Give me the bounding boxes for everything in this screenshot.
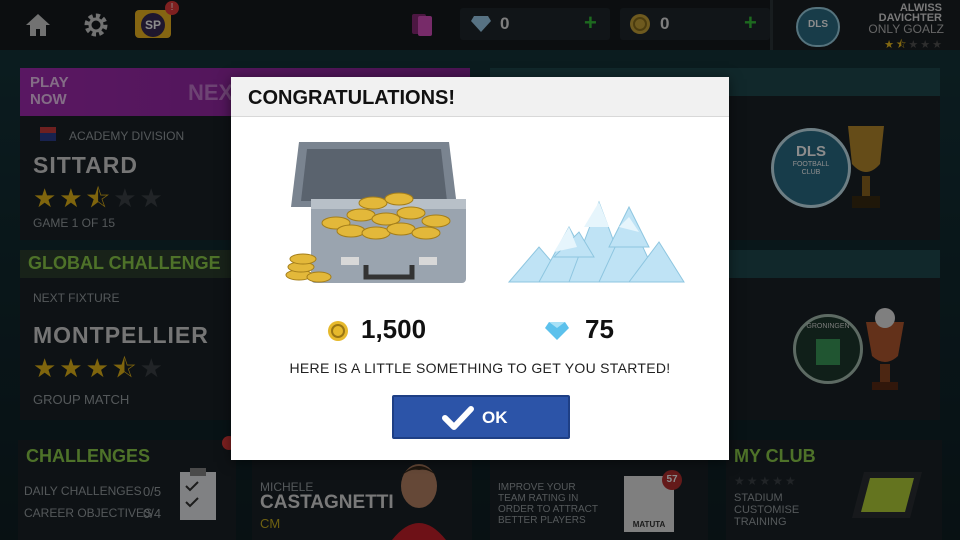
reward-message: HERE IS A LITTLE SOMETHING TO GET YOU ST… — [289, 360, 671, 376]
gems-reward-amount: 75 — [585, 314, 614, 344]
gems-pile-icon — [507, 200, 685, 283]
ok-label: OK — [482, 408, 508, 427]
reward-dialog: CONGRATULATIONS! 1,500 75 HERE IS A LITT… — [231, 77, 729, 460]
dialog-title: CONGRATULATIONS! — [248, 87, 456, 109]
ok-button[interactable]: OK — [392, 395, 570, 439]
gem-icon — [545, 322, 569, 340]
dialog-header: CONGRATULATIONS! — [231, 77, 729, 117]
coin-icon — [328, 321, 348, 341]
coins-reward-amount: 1,500 — [361, 314, 427, 344]
briefcase-coins-icon — [285, 142, 466, 283]
checkmark-icon — [442, 406, 474, 430]
